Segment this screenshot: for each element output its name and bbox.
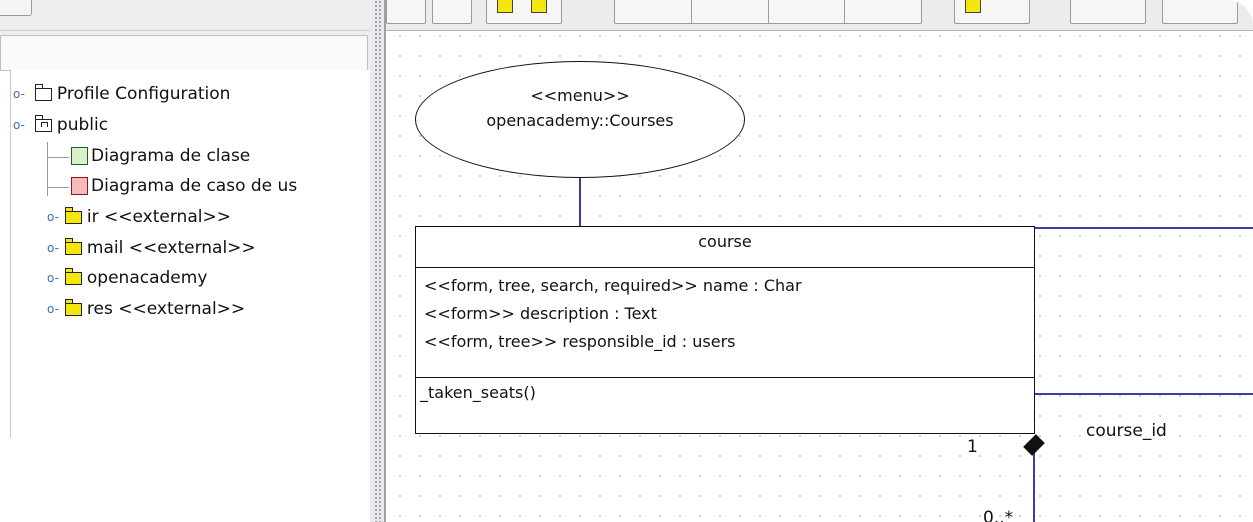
composition-line[interactable] (1033, 452, 1035, 522)
association-line[interactable] (1034, 227, 1253, 229)
tool-button[interactable] (615, 0, 692, 23)
tree-item-label: ir <<external>> (86, 207, 231, 227)
tree-item-public[interactable]: o- public (13, 111, 108, 139)
expand-toggle-icon[interactable]: o- (13, 87, 25, 101)
expand-toggle-icon[interactable]: o- (47, 210, 59, 224)
multiplicity-target-label[interactable]: 0..* (983, 508, 1013, 522)
tool-button[interactable] (1070, 0, 1146, 24)
multiplicity-source-label[interactable]: 1 (967, 437, 978, 457)
tree-item-label: openacademy (86, 268, 208, 288)
tree-item-ir[interactable]: o- ir <<external>> (47, 203, 231, 231)
tree-item-res[interactable]: o- res <<external>> (47, 295, 245, 323)
expand-toggle-icon[interactable]: o- (47, 241, 59, 255)
interface-tool-icon (531, 0, 547, 13)
tree-item-label: Diagrama de clase (91, 146, 251, 166)
browser-search-row (0, 30, 370, 71)
class-diagram-icon (71, 147, 88, 165)
expand-toggle-icon[interactable]: o- (47, 271, 59, 285)
usecase-diagram-icon (71, 177, 88, 195)
relationship-tools[interactable] (614, 0, 922, 24)
tree-item-label: res <<external>> (86, 299, 246, 319)
splitter-grip (374, 0, 382, 522)
model-browser-panel: o- Profile Configuration o- public Diagr… (0, 0, 371, 522)
tree-item-label: Profile Configuration (56, 84, 231, 104)
expand-toggle-icon[interactable]: o- (47, 302, 59, 316)
class-attribute[interactable]: <<form, tree, search, required>> name : … (424, 272, 802, 300)
usecase-connector[interactable] (579, 177, 581, 227)
package-folder-icon (64, 298, 82, 316)
tool-button-group[interactable] (954, 0, 1030, 24)
browser-empty-area (0, 438, 370, 522)
tree-guide-line (47, 157, 69, 158)
collapse-toggle-icon[interactable]: o- (13, 118, 25, 132)
class-attribute[interactable]: <<form>> description : Text (424, 300, 802, 328)
browser-toolbar-button[interactable] (0, 0, 32, 16)
tree-item-openacademy[interactable]: o- openacademy (47, 264, 207, 292)
tool-button[interactable] (1162, 0, 1238, 24)
folder-icon (34, 83, 52, 101)
tool-button-group[interactable] (486, 0, 562, 24)
class-attribute[interactable]: <<form, tree>> responsible_id : users (424, 328, 802, 356)
usecase-stereotype: <<menu>> (530, 86, 630, 105)
browser-search-input[interactable] (0, 35, 368, 71)
class-operation[interactable]: _taken_seats() (420, 378, 1034, 408)
class-attributes: <<form, tree, search, required>> name : … (424, 272, 802, 356)
select-tool-button[interactable] (386, 0, 426, 24)
open-folder-icon (34, 114, 52, 132)
association-line-course-id[interactable] (1034, 393, 1253, 395)
class-course[interactable]: course <<form, tree, search, required>> … (415, 226, 1035, 434)
tree-item-class-diagram[interactable]: Diagrama de clase (71, 142, 250, 170)
browser-toolbar (0, 0, 370, 30)
diagram-toolbar (386, 0, 1253, 31)
tree-item-profile-configuration[interactable]: o- Profile Configuration (13, 80, 230, 108)
package-folder-icon (64, 267, 82, 285)
package-folder-icon (64, 237, 82, 255)
tree-item-label: public (56, 115, 109, 135)
class-name: course (416, 227, 1034, 268)
tree-item-usecase-diagram[interactable]: Diagrama de caso de us (71, 172, 297, 200)
class-tool-icon (497, 0, 513, 13)
tree-guide-line (47, 187, 69, 188)
package-folder-icon (64, 206, 82, 224)
tree-item-label: mail <<external>> (86, 238, 256, 258)
usecase-name: openacademy::Courses (486, 111, 674, 130)
usecase-courses[interactable]: <<menu>> openacademy::Courses (415, 61, 745, 178)
tool-button[interactable] (432, 0, 472, 24)
package-tool-icon (965, 0, 981, 13)
panel-splitter[interactable] (370, 0, 386, 522)
tool-button[interactable] (845, 0, 921, 23)
app-window: o- Profile Configuration o- public Diagr… (0, 0, 1253, 522)
class-operations: _taken_seats() (416, 377, 1034, 408)
association-role-label[interactable]: course_id (1086, 421, 1167, 441)
tree-item-label: Diagrama de caso de us (91, 176, 298, 196)
tree-item-mail[interactable]: o- mail <<external>> (47, 234, 256, 262)
tool-button[interactable] (769, 0, 846, 23)
tool-button[interactable] (692, 0, 769, 23)
